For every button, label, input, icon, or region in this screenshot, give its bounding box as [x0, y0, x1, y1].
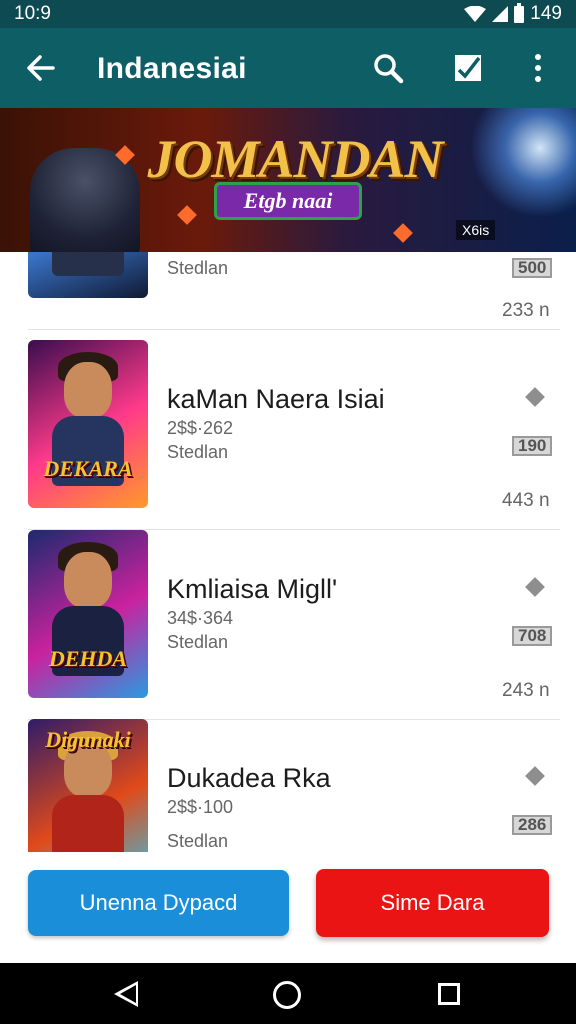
- thumbnail-title: DEKARA: [43, 456, 133, 481]
- nav-recent-apps-icon[interactable]: [438, 983, 460, 1005]
- diamond-icon[interactable]: [525, 577, 545, 597]
- search-icon: [374, 54, 404, 84]
- banner-subtitle: Etgb naai: [214, 182, 362, 220]
- item-status: Stedlan: [167, 831, 229, 851]
- item-title: kaMan Naera Isiai: [167, 384, 385, 414]
- lightning-glow: [470, 108, 576, 218]
- row-divider: [28, 329, 560, 330]
- app-bar: Indanesiai: [0, 28, 576, 108]
- list-item[interactable]: Digunaki Dukadea Rka 2$$·100 Stedlan 286: [0, 719, 576, 852]
- item-size: 233 n: [502, 300, 550, 321]
- list-item[interactable]: DEKARA kaMan Naera Isiai 2$$·262 Stedlan…: [0, 340, 576, 530]
- banner-title: JOMANDAN: [147, 129, 443, 189]
- back-arrow-icon: [27, 55, 55, 81]
- game-list: Stedlan 500 233 n DEKARA kaMan Naera Isi…: [0, 252, 576, 852]
- item-status: Stedlan: [167, 258, 229, 278]
- list-item[interactable]: DEHDA Kmliaisa Migll' 34$·364 Stedlan 70…: [0, 530, 576, 720]
- page-title: Indanesiai: [97, 52, 247, 85]
- wifi-icon: [464, 6, 487, 22]
- status-bar: 10:9 149: [0, 0, 576, 28]
- danger-action-button[interactable]: Sime Dara: [316, 869, 549, 937]
- game-thumbnail: Digunaki: [28, 719, 148, 852]
- status-icons: 149: [464, 2, 562, 25]
- spark-icon: [177, 205, 197, 225]
- item-size: 443 n: [502, 490, 550, 511]
- thumbnail-title: DEHDA: [48, 646, 128, 671]
- battery-level: 149: [530, 3, 562, 24]
- item-size: 243 n: [502, 680, 550, 701]
- diamond-icon[interactable]: [525, 387, 545, 407]
- nav-home-icon[interactable]: [273, 981, 301, 1009]
- system-nav-bar: [0, 963, 576, 1024]
- more-options-button[interactable]: [514, 44, 562, 92]
- phone-screen: 10:9 149 Indanesiai JOMANDAN Etgb naai X…: [0, 0, 576, 1024]
- count-badge: 286: [512, 815, 553, 835]
- thumbnail-title: Digunaki: [45, 727, 131, 752]
- status-time: 10:9: [14, 3, 51, 24]
- bottom-action-bar: Unenna Dypacd Sime Dara: [0, 852, 576, 963]
- game-thumbnail: [28, 252, 148, 298]
- count-badge: 708: [512, 626, 553, 646]
- item-price: 34$·364: [167, 608, 234, 628]
- banner-badge: X6is: [456, 220, 496, 240]
- search-button[interactable]: [364, 44, 412, 92]
- item-status: Stedlan: [167, 442, 229, 462]
- edit-button[interactable]: [444, 44, 492, 92]
- item-price: 2$$·262: [167, 418, 234, 438]
- spark-icon: [393, 223, 413, 243]
- promo-banner[interactable]: JOMANDAN Etgb naai X6is: [0, 108, 576, 252]
- primary-action-button[interactable]: Unenna Dypacd: [28, 870, 289, 936]
- count-badge: 500: [512, 258, 553, 278]
- item-title: Dukadea Rka: [167, 763, 331, 793]
- back-button[interactable]: [16, 44, 64, 92]
- edit-icon: [455, 55, 481, 81]
- item-status: Stedlan: [167, 632, 229, 652]
- more-vert-icon: [535, 54, 541, 82]
- item-price: 2$$·100: [167, 797, 234, 817]
- item-title: Kmliaisa Migll': [167, 574, 338, 604]
- game-thumbnail: DEKARA: [28, 340, 148, 508]
- nav-back-icon[interactable]: [114, 981, 138, 1007]
- list-item[interactable]: Stedlan 500 233 n: [0, 252, 576, 330]
- count-badge: 190: [512, 436, 553, 456]
- signal-icon: [492, 6, 509, 22]
- battery-icon: [514, 2, 525, 23]
- diamond-icon[interactable]: [525, 766, 545, 786]
- game-thumbnail: DEHDA: [28, 530, 148, 698]
